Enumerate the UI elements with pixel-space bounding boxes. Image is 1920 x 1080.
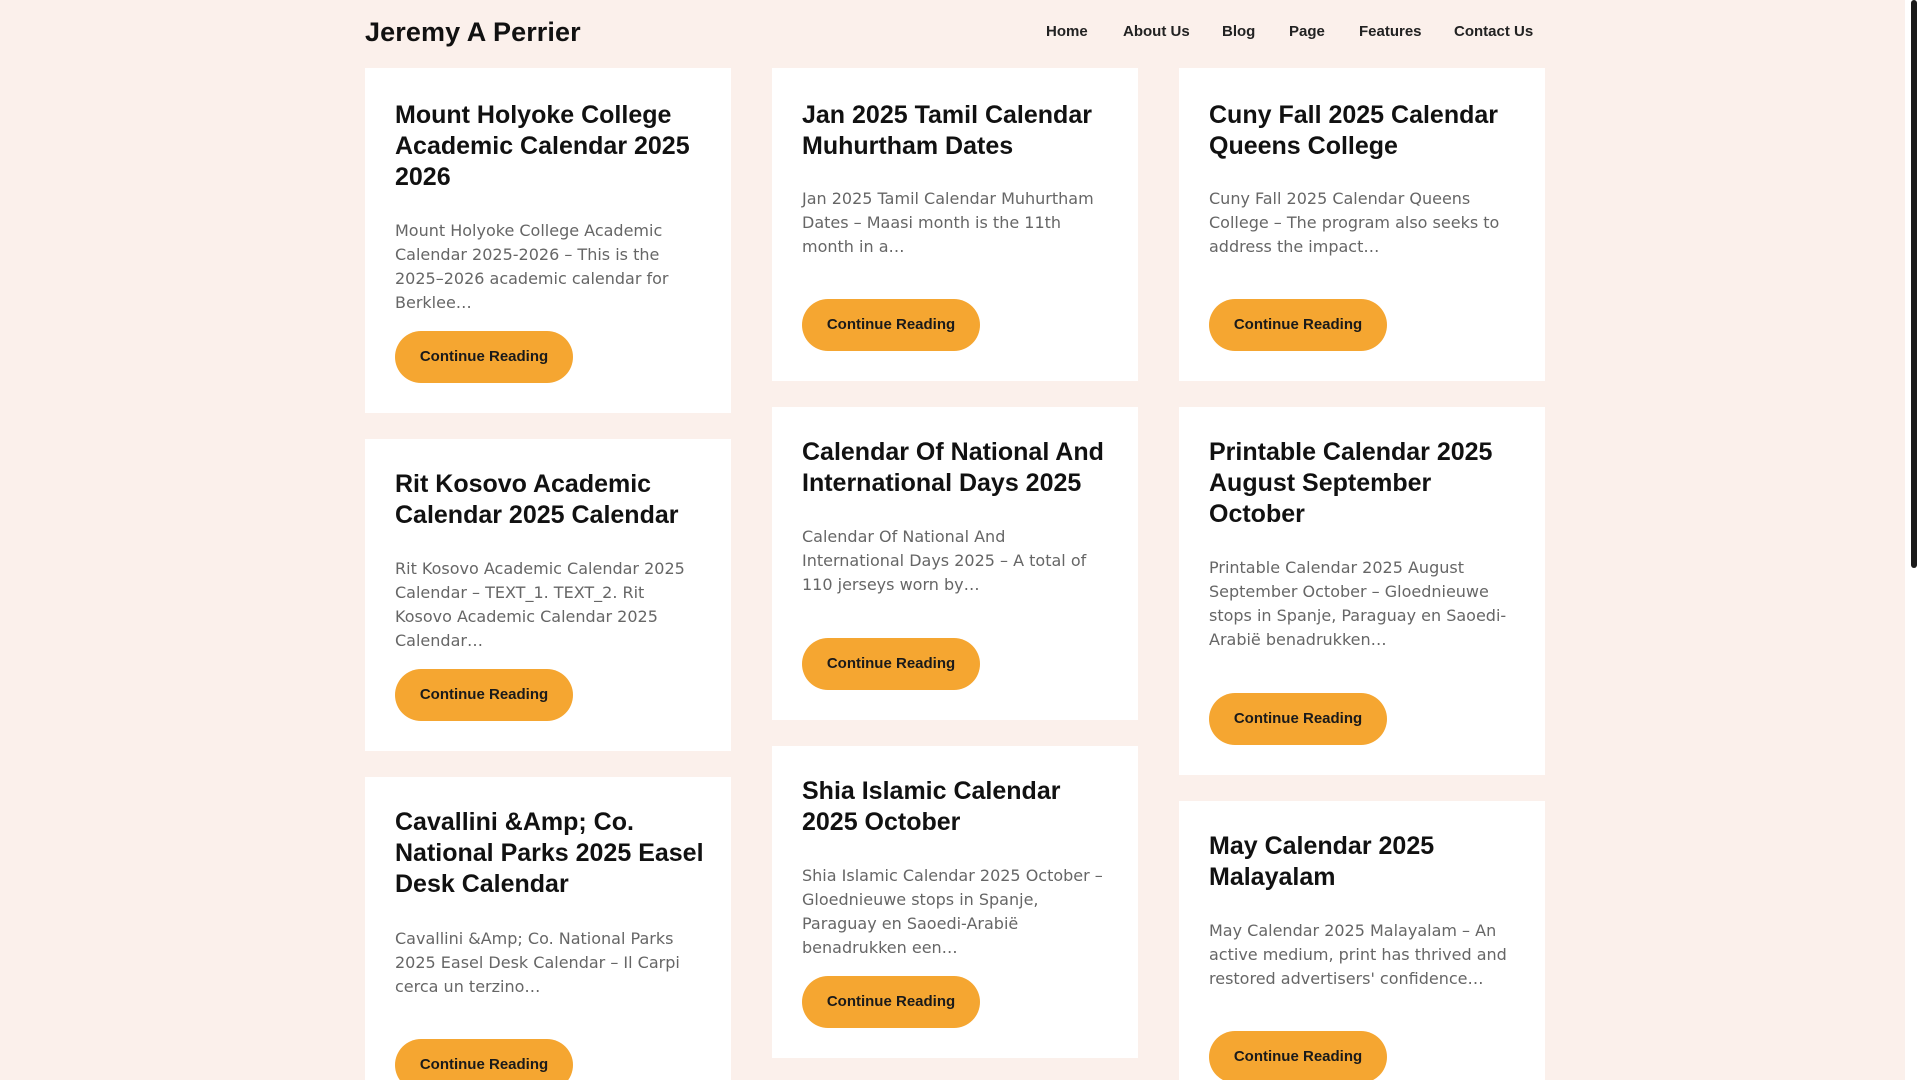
post-title[interactable]: Cuny Fall 2025 Calendar Queens College	[1209, 100, 1519, 162]
post-title[interactable]: Shia Islamic Calendar 2025 October	[802, 776, 1112, 838]
post-card: Cavallini &Amp; Co. National Parks 2025 …	[365, 777, 731, 1080]
continue-reading-button[interactable]: Continue Reading	[802, 638, 980, 690]
post-title[interactable]: Mount Holyoke College Academic Calendar …	[395, 100, 705, 193]
continue-reading-button[interactable]: Continue Reading	[1209, 299, 1387, 351]
page: Jeremy A Perrier Home About Us Blog Page…	[0, 0, 1920, 1080]
post-card: May Calendar 2025 Malayalam May Calendar…	[1179, 801, 1545, 1080]
nav-about-us[interactable]: About Us	[1123, 23, 1190, 40]
nav-features[interactable]: Features	[1359, 23, 1422, 40]
post-title[interactable]: Calendar Of National And International D…	[802, 437, 1112, 499]
post-excerpt: Cuny Fall 2025 Calendar Queens College –…	[1209, 189, 1500, 256]
post-title[interactable]: Cavallini &Amp; Co. National Parks 2025 …	[395, 807, 705, 900]
continue-reading-button[interactable]: Continue Reading	[395, 331, 573, 383]
post-title[interactable]: Jan 2025 Tamil Calendar Muhurtham Dates	[802, 100, 1112, 162]
post-card: Cuny Fall 2025 Calendar Queens College C…	[1179, 68, 1545, 381]
nav-contact-us[interactable]: Contact Us	[1454, 23, 1533, 40]
scrollbar[interactable]	[1905, 0, 1920, 1080]
post-card: Shia Islamic Calendar 2025 October Shia …	[772, 746, 1138, 1058]
continue-reading-button[interactable]: Continue Reading	[802, 976, 980, 1028]
site-title[interactable]: Jeremy A Perrier	[365, 17, 581, 48]
post-excerpt: Jan 2025 Tamil Calendar Muhurtham Dates …	[802, 189, 1094, 256]
post-card: Rit Kosovo Academic Calendar 2025 Calend…	[365, 439, 731, 751]
scrollbar-thumb[interactable]	[1911, 0, 1917, 568]
post-card: Mount Holyoke College Academic Calendar …	[365, 68, 731, 413]
continue-reading-button[interactable]: Continue Reading	[1209, 693, 1387, 745]
continue-reading-button[interactable]: Continue Reading	[1209, 1031, 1387, 1080]
post-excerpt: Rit Kosovo Academic Calendar 2025 Calend…	[395, 559, 685, 650]
post-title[interactable]: May Calendar 2025 Malayalam	[1209, 831, 1519, 893]
continue-reading-button[interactable]: Continue Reading	[802, 299, 980, 351]
post-card: Printable Calendar 2025 August September…	[1179, 407, 1545, 775]
continue-reading-button[interactable]: Continue Reading	[395, 1039, 573, 1080]
post-excerpt: Mount Holyoke College Academic Calendar …	[395, 221, 669, 312]
continue-reading-button[interactable]: Continue Reading	[395, 669, 573, 721]
nav-page[interactable]: Page	[1289, 23, 1325, 40]
post-excerpt: Calendar Of National And International D…	[802, 527, 1087, 594]
post-card: Calendar Of National And International D…	[772, 407, 1138, 720]
post-title[interactable]: Printable Calendar 2025 August September…	[1209, 437, 1519, 530]
post-excerpt: Shia Islamic Calendar 2025 October – Glo…	[802, 866, 1103, 957]
nav-home[interactable]: Home	[1046, 23, 1088, 40]
nav-blog[interactable]: Blog	[1222, 23, 1255, 40]
post-excerpt: Cavallini &Amp; Co. National Parks 2025 …	[395, 929, 680, 996]
post-excerpt: May Calendar 2025 Malayalam – An active …	[1209, 921, 1507, 988]
post-title[interactable]: Rit Kosovo Academic Calendar 2025 Calend…	[395, 469, 705, 531]
post-excerpt: Printable Calendar 2025 August September…	[1209, 558, 1507, 649]
post-card: Jan 2025 Tamil Calendar Muhurtham Dates …	[772, 68, 1138, 381]
